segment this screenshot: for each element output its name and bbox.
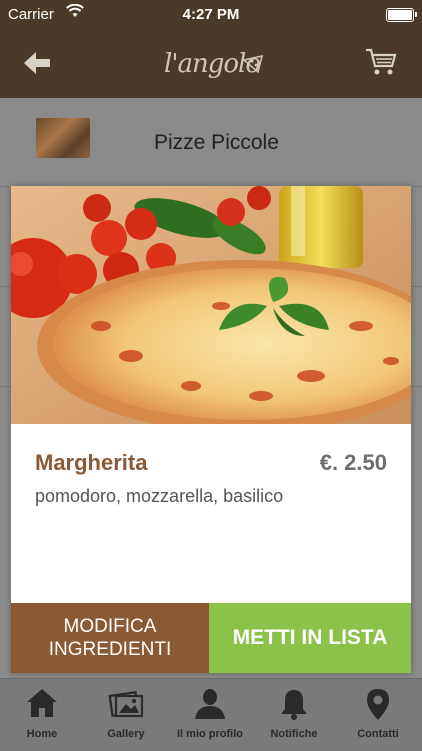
tab-label: Gallery [107, 728, 145, 740]
tab-contacts[interactable]: Contatti [336, 679, 420, 751]
product-ingredients: pomodoro, mozzarella, basilico [35, 486, 284, 506]
add-to-list-button[interactable]: METTI IN LISTA [209, 603, 411, 673]
category-thumbnail [36, 118, 90, 158]
product-price: €. 2.50 [319, 450, 387, 475]
profile-icon [195, 689, 225, 719]
home-icon [27, 689, 57, 717]
pizza-photo [11, 186, 411, 424]
modify-ingredients-button[interactable]: MODIFICA INGREDIENTI [11, 603, 209, 673]
tab-gallery[interactable]: Gallery [84, 679, 168, 751]
category-title: Pizze Piccole [154, 131, 279, 154]
tab-bar: Home Gallery Il mio profilo Notifiche Co… [0, 678, 422, 751]
tab-notifications[interactable]: Notifiche [252, 679, 336, 751]
tab-label: Il mio profilo [177, 728, 243, 740]
gallery-icon [108, 691, 144, 718]
status-bar: Carrier 4:27 PM [0, 0, 422, 30]
tab-profile[interactable]: Il mio profilo [168, 679, 252, 751]
tab-label: Contatti [357, 728, 399, 740]
list-item-category[interactable]: Pizze Piccole [0, 98, 422, 187]
back-arrow-icon[interactable] [20, 48, 54, 78]
product-detail-modal: Margherita €. 2.50 pomodoro, mozzarella,… [11, 186, 411, 673]
battery-icon [386, 8, 417, 22]
bell-icon [281, 690, 307, 720]
logo-text: l'angolo [164, 49, 260, 79]
tab-label: Notifiche [270, 728, 318, 740]
tab-home[interactable]: Home [0, 679, 84, 751]
tab-label: Home [26, 728, 58, 740]
logo: l'angolo [164, 49, 264, 79]
clock: 4:27 PM [182, 6, 240, 23]
cart-icon[interactable] [364, 46, 398, 78]
navigation-bar: l'angolo [0, 30, 422, 98]
location-pin-icon [367, 689, 389, 720]
product-name: Margherita [35, 450, 148, 475]
